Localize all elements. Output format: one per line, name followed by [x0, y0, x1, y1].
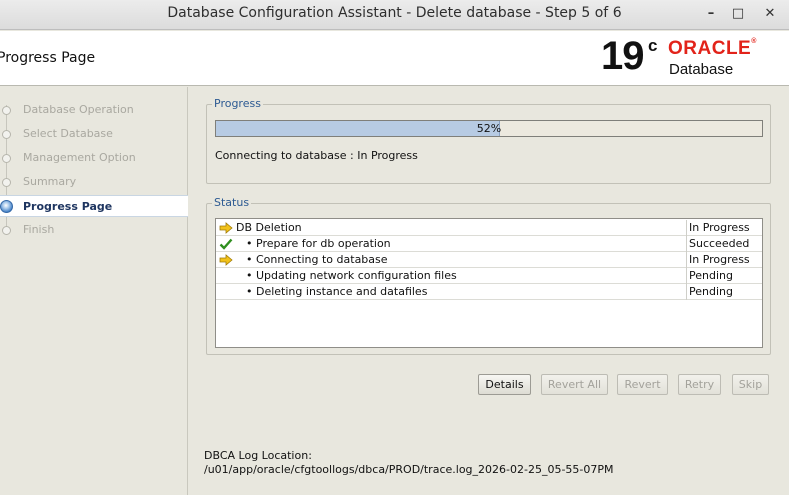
- status-legend: Status: [212, 196, 252, 209]
- progress-percent: 52%: [476, 122, 502, 135]
- retry-button[interactable]: Retry: [678, 374, 721, 395]
- step-bullet: •: [246, 253, 253, 266]
- window-titlebar: Database Configuration Assistant - Delet…: [0, 0, 789, 30]
- step-label: DB Deletion: [236, 221, 302, 234]
- step-label: Connecting to database: [256, 253, 388, 266]
- maximize-icon[interactable]: □: [727, 4, 749, 24]
- nav-item-finish: Finish: [0, 219, 188, 241]
- nav-item-label: Select Database: [23, 127, 113, 140]
- nav-item-label: Finish: [23, 223, 55, 236]
- step-dot-icon: [2, 178, 11, 187]
- progress-group: Progress: [206, 97, 771, 184]
- step-bullet: •: [246, 269, 253, 282]
- table-row[interactable]: DB Deletion In Progress: [216, 220, 762, 236]
- step-status: Pending: [689, 269, 733, 282]
- column-divider: [686, 236, 687, 252]
- step-bullet: •: [246, 237, 253, 250]
- progress-legend: Progress: [212, 97, 263, 110]
- window-title: Database Configuration Assistant - Delet…: [167, 5, 622, 21]
- step-dot-icon: [2, 130, 11, 139]
- table-row[interactable]: • Updating network configuration files P…: [216, 268, 762, 284]
- logo-version: 19: [601, 34, 644, 78]
- step-label: Prepare for db operation: [256, 237, 391, 250]
- logo-version-suffix: c: [648, 36, 658, 55]
- arrow-icon: [219, 222, 233, 234]
- progress-bar: 52%: [215, 120, 763, 137]
- current-step-icon: [0, 200, 13, 213]
- page-title: Progress Page: [0, 50, 96, 66]
- minimize-icon[interactable]: –: [700, 4, 722, 24]
- step-dot-icon: [2, 226, 11, 235]
- column-divider: [686, 220, 687, 236]
- nav-item-label: Progress Page: [23, 200, 113, 213]
- step-label: Deleting instance and datafiles: [256, 285, 428, 298]
- step-dot-icon: [2, 106, 11, 115]
- nav-item-database-operation: Database Operation: [0, 99, 188, 121]
- logo-brand-text: ORACLE: [668, 38, 752, 59]
- step-status: Pending: [689, 285, 733, 298]
- log-location-path: /u01/app/oracle/cfgtoollogs/dbca/PROD/tr…: [204, 463, 614, 476]
- progress-message: Connecting to database : In Progress: [215, 149, 418, 162]
- revert-all-button[interactable]: Revert All: [541, 374, 608, 395]
- table-row[interactable]: • Deleting instance and datafiles Pendin…: [216, 284, 762, 300]
- step-status: In Progress: [689, 221, 750, 234]
- logo-product: Database: [669, 61, 734, 78]
- nav-item-label: Database Operation: [23, 103, 134, 116]
- arrow-icon: [219, 254, 233, 266]
- step-navigation: Database Operation Select Database Manag…: [0, 87, 188, 495]
- column-divider: [686, 284, 687, 300]
- checkmark-icon: [219, 238, 233, 250]
- logo-registered-mark: ®: [751, 38, 757, 45]
- nav-item-label: Management Option: [23, 151, 136, 164]
- page-header: Progress Page 19 c ORACLE® Database: [0, 31, 789, 86]
- table-row[interactable]: • Prepare for db operation Succeeded: [216, 236, 762, 252]
- step-status: In Progress: [689, 253, 750, 266]
- step-bullet: •: [246, 285, 253, 298]
- details-button[interactable]: Details: [478, 374, 531, 395]
- nav-item-select-database: Select Database: [0, 123, 188, 145]
- nav-item-summary: Summary: [0, 171, 188, 193]
- step-label: Updating network configuration files: [256, 269, 457, 282]
- log-location-label: DBCA Log Location:: [204, 449, 312, 462]
- nav-item-label: Summary: [23, 175, 77, 188]
- step-status: Succeeded: [689, 237, 750, 250]
- revert-button[interactable]: Revert: [617, 374, 668, 395]
- step-dot-icon: [2, 154, 11, 163]
- column-divider: [686, 252, 687, 268]
- close-icon[interactable]: ✕: [759, 4, 781, 24]
- column-divider: [686, 268, 687, 284]
- logo-brand: ORACLE®: [668, 38, 757, 60]
- nav-item-management-option: Management Option: [0, 147, 188, 169]
- status-table[interactable]: DB Deletion In Progress • Prepare for db…: [215, 218, 763, 348]
- skip-button[interactable]: Skip: [732, 374, 769, 395]
- table-row[interactable]: • Connecting to database In Progress: [216, 252, 762, 268]
- nav-item-progress-page: Progress Page: [0, 195, 188, 217]
